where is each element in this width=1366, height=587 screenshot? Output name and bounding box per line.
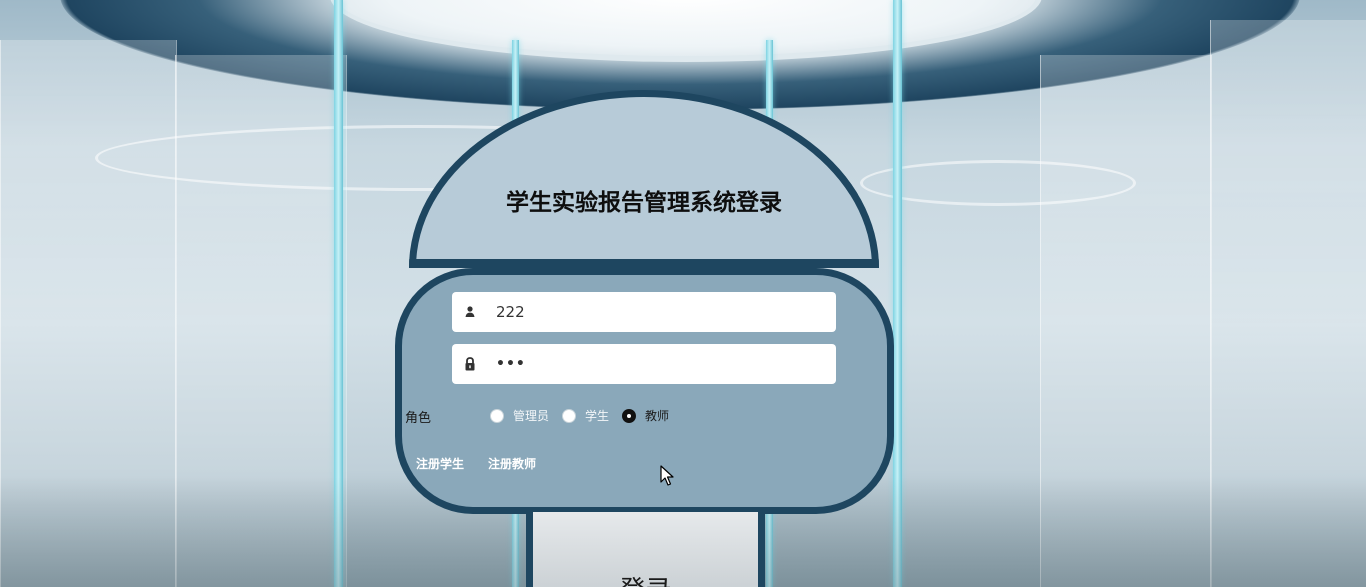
page-title: 学生实验报告管理系统登录 [506,190,782,216]
username-input[interactable] [496,292,826,332]
role-option-label: 管理员 [513,409,550,423]
login-page: 学生实验报告管理系统登录 角色 管理员 学生 教师 注册学生 注册教师 登录 [0,0,1366,587]
mouse-cursor-icon [660,465,674,486]
register-teacher-link[interactable]: 注册教师 [488,455,536,472]
password-field[interactable] [452,344,836,384]
lock-icon [465,357,475,371]
role-option-label: 学生 [585,409,610,423]
user-icon [465,306,475,317]
radio-button[interactable] [562,408,576,423]
password-input[interactable] [496,344,826,384]
role-label: 角色 [405,411,432,426]
role-option-teacher[interactable]: 教师 [622,407,669,424]
role-option-admin[interactable]: 管理员 [490,407,549,424]
login-header: 学生实验报告管理系统登录 [409,90,879,268]
register-student-link[interactable]: 注册学生 [416,455,464,472]
radio-button[interactable] [490,408,504,423]
role-option-student[interactable]: 学生 [562,407,609,424]
login-button[interactable]: 登录 [526,512,765,587]
role-option-label: 教师 [645,409,670,423]
username-field[interactable] [452,292,836,332]
radio-button-selected[interactable] [622,408,636,423]
